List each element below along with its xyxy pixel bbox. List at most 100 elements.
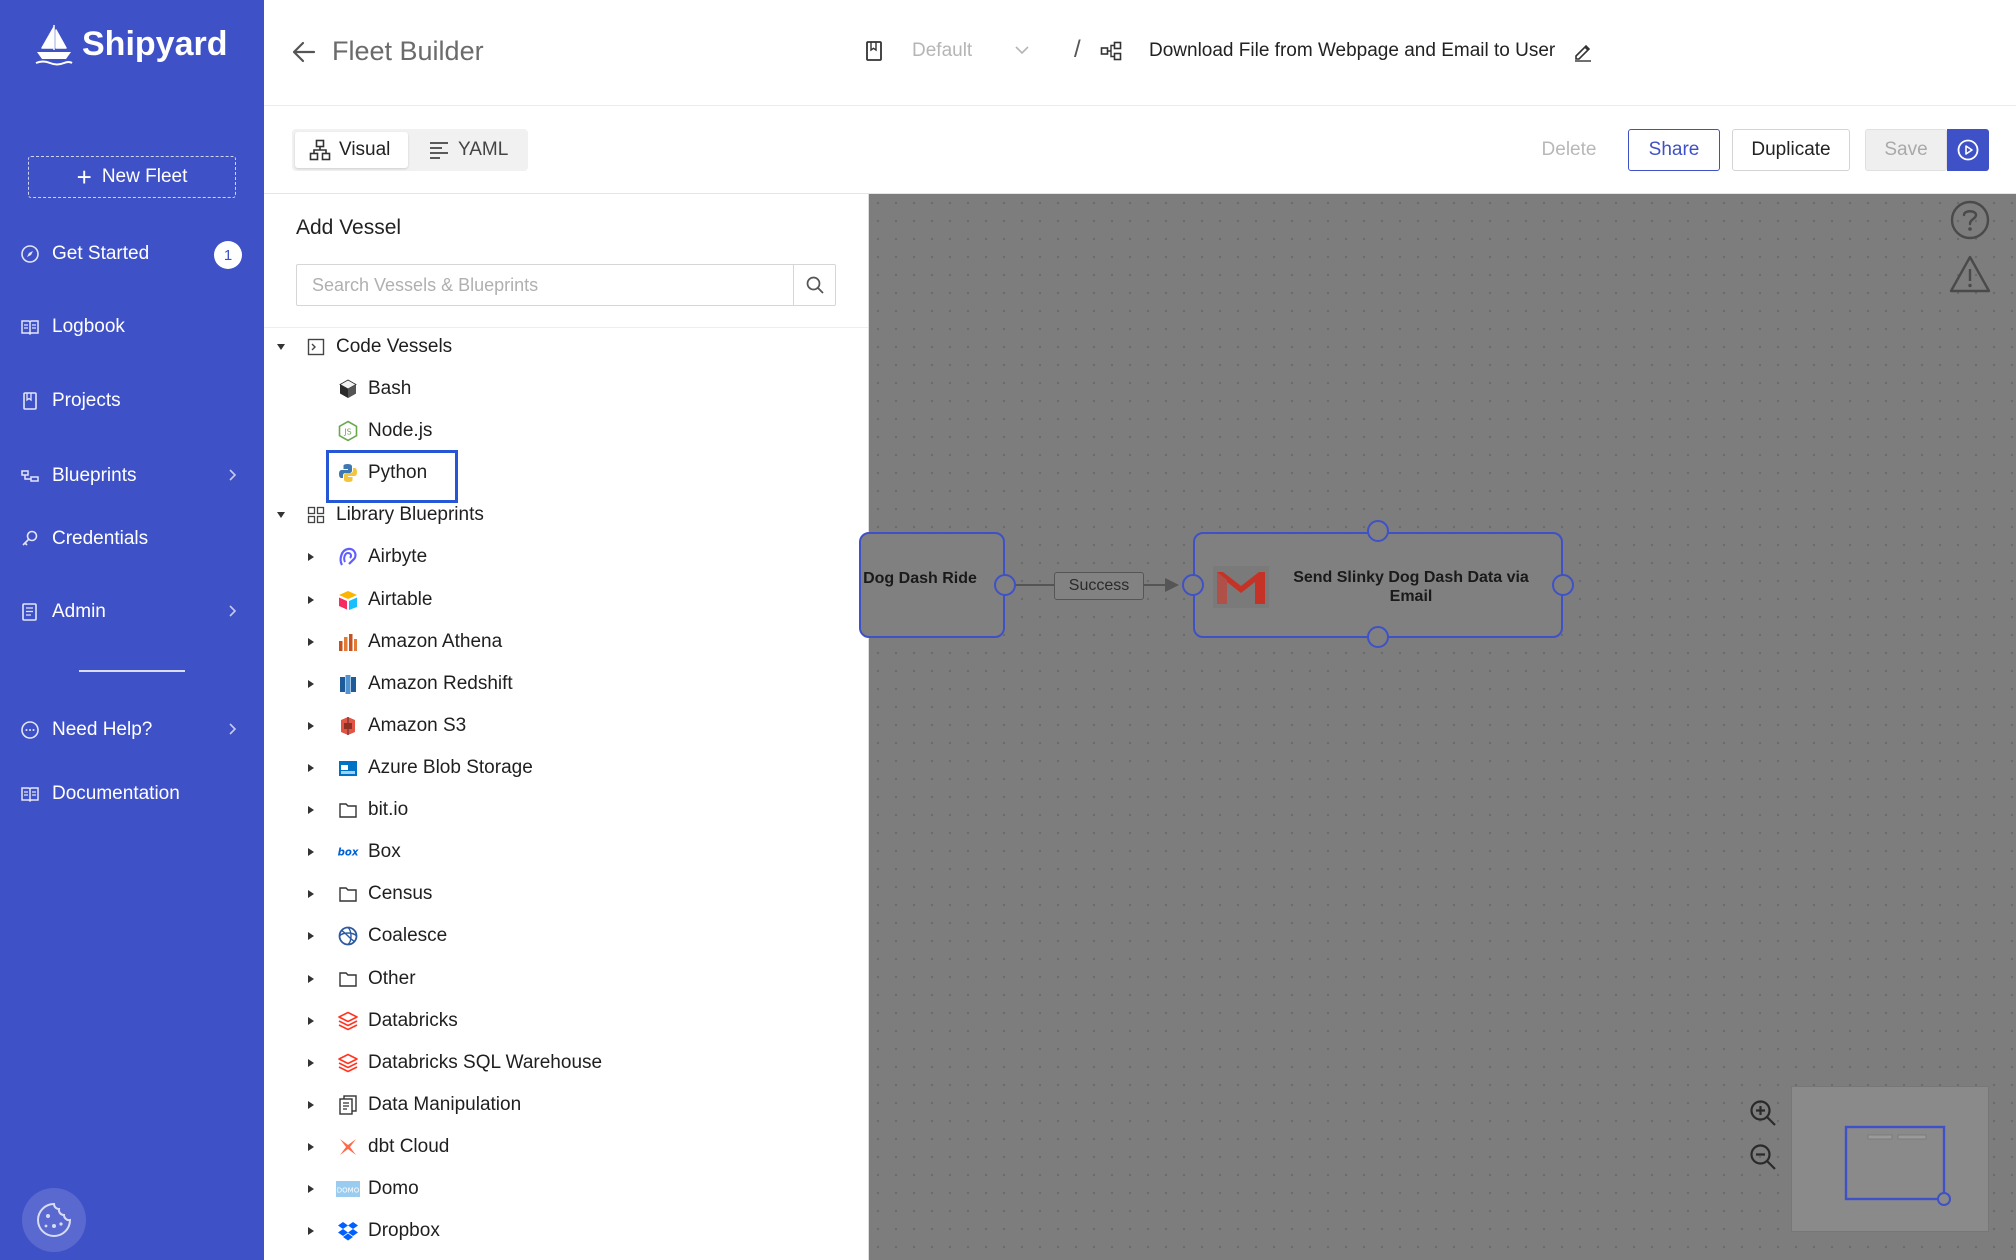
vessel-node-dog-dash-ride[interactable]: Dog Dash Ride (859, 532, 1005, 638)
key-icon (22, 530, 38, 546)
tree-item-other[interactable]: Other (306, 961, 416, 997)
tree-item-azure-blob-storage[interactable]: Azure Blob Storage (306, 750, 533, 786)
delete-button[interactable]: Delete (1524, 129, 1614, 171)
chevron-right-icon (229, 723, 237, 735)
node-port[interactable] (994, 574, 1016, 596)
shipyard-logo[interactable]: Shipyard (32, 22, 227, 66)
tree-item-amazon-redshift[interactable]: Amazon Redshift (306, 666, 513, 702)
sidebar-item-need-help[interactable]: Need Help? (20, 712, 246, 748)
fleet-canvas[interactable]: Dog Dash Ride Success Send Slinky Dog Da… (859, 194, 2016, 1260)
node-port[interactable] (1182, 574, 1204, 596)
sidebar-item-credentials[interactable]: Credentials (20, 521, 246, 557)
text-lines-icon (430, 142, 448, 159)
tree-label: Airbyte (368, 546, 428, 567)
save-button[interactable]: Save (1865, 129, 1947, 171)
tree-group-code-vessels[interactable]: Code Vessels (274, 329, 452, 365)
project-select[interactable]: Default (912, 40, 972, 62)
node-port[interactable] (1367, 626, 1389, 648)
dbt-icon (336, 1135, 360, 1159)
cookie-settings-button[interactable] (22, 1188, 86, 1252)
folder-icon (336, 967, 360, 991)
tab-yaml[interactable]: YAML (414, 132, 522, 168)
book-icon (21, 787, 39, 803)
back-arrow-icon[interactable] (290, 38, 318, 66)
tree-item-nodejs[interactable]: JS Node.js (336, 413, 432, 449)
caret-right-icon (308, 1059, 314, 1067)
sidebar-item-blueprints[interactable]: Blueprints (20, 458, 246, 494)
warning-icon[interactable] (1948, 254, 1992, 294)
caret-right-icon (308, 1101, 314, 1109)
vessel-node-send-email[interactable]: Send Slinky Dog Dash Data via Email (1193, 532, 1563, 638)
search-input[interactable] (297, 265, 793, 305)
tree-item-bash[interactable]: Bash (336, 371, 411, 407)
caret-down-icon (277, 344, 285, 350)
coalesce-icon (336, 924, 360, 948)
tree-label: bit.io (368, 799, 409, 820)
tree-item-census[interactable]: Census (306, 876, 432, 912)
tree-item-box[interactable]: box Box (306, 834, 401, 870)
tree-item-data-manipulation[interactable]: Data Manipulation (306, 1087, 521, 1123)
fleet-icon (1100, 41, 1122, 61)
document-icon (22, 603, 37, 621)
tree-item-dropbox[interactable]: Dropbox (306, 1213, 440, 1249)
caret-right-icon (308, 975, 314, 983)
svg-text:box: box (338, 848, 359, 859)
tree-label: Code Vessels (336, 336, 453, 357)
tree-item-coalesce[interactable]: Coalesce (306, 918, 447, 954)
sidebar-item-label: Documentation (52, 783, 180, 804)
tree-label: Bash (368, 378, 412, 399)
svg-text:JS: JS (343, 428, 351, 437)
caret-right-icon (308, 764, 314, 772)
panel-title: Add Vessel (296, 216, 402, 239)
tree-item-amazon-athena[interactable]: Amazon Athena (306, 624, 502, 660)
tree-label: Databricks SQL Warehouse (368, 1052, 603, 1073)
header: Fleet Builder Default / Download File fr… (264, 0, 2016, 106)
view-toggle: Visual YAML (292, 129, 528, 171)
play-circle-icon (1957, 139, 1979, 161)
search-button[interactable] (793, 265, 835, 305)
tab-visual[interactable]: Visual (295, 132, 408, 168)
edit-pencil-icon[interactable] (1572, 40, 1594, 62)
tree-label: Azure Blob Storage (368, 757, 533, 778)
tree-item-dbt-cloud[interactable]: dbt Cloud (306, 1129, 449, 1165)
sidebar-divider (79, 670, 185, 672)
amazon-s3-icon (336, 714, 360, 738)
edge-label-success[interactable]: Success (1054, 572, 1144, 600)
sidebar-item-admin[interactable]: Admin (20, 594, 246, 630)
logo-text: Shipyard (82, 24, 228, 63)
chevron-down-icon[interactable] (1012, 40, 1032, 60)
tree-item-databricks[interactable]: Databricks (306, 1003, 458, 1039)
tree-label: Library Blueprints (336, 504, 484, 525)
sidebar-item-projects[interactable]: Projects (20, 383, 246, 419)
chevron-right-icon (229, 469, 237, 481)
page-title: Fleet Builder (332, 36, 484, 66)
tree-group-library-blueprints[interactable]: Library Blueprints (274, 497, 484, 533)
caret-right-icon (308, 1143, 314, 1151)
zoom-out-icon[interactable] (1748, 1142, 1778, 1172)
tree-item-databricks-sql-warehouse[interactable]: Databricks SQL Warehouse (306, 1045, 602, 1081)
run-button[interactable] (1947, 129, 1989, 171)
caret-right-icon (308, 553, 314, 561)
node-port[interactable] (1367, 520, 1389, 542)
sidebar-item-get-started[interactable]: Get Started 1 (20, 236, 246, 272)
dropbox-icon (336, 1219, 360, 1243)
tree-item-amazon-s3[interactable]: Amazon S3 (306, 708, 466, 744)
sidebar-item-logbook[interactable]: Logbook (20, 309, 246, 345)
sidebar-item-label: Projects (52, 390, 121, 411)
tree-item-bit-io[interactable]: bit.io (306, 792, 408, 828)
sidebar-item-documentation[interactable]: Documentation (20, 776, 246, 812)
help-icon[interactable] (1948, 198, 1992, 242)
zoom-in-icon[interactable] (1748, 1098, 1778, 1128)
caret-right-icon (308, 680, 314, 688)
domo-icon: DOMO (336, 1177, 360, 1201)
minimap[interactable] (1791, 1086, 1989, 1232)
tree-label: Box (368, 841, 401, 862)
share-button[interactable]: Share (1628, 129, 1720, 171)
new-fleet-button[interactable]: + New Fleet (28, 156, 236, 198)
add-vessel-panel: Add Vessel Code Vessels Bash JS Node.js … (264, 194, 869, 1260)
tree-item-airtable[interactable]: Airtable (306, 582, 432, 618)
tree-item-domo[interactable]: DOMO Domo (306, 1171, 419, 1207)
node-port[interactable] (1552, 574, 1574, 596)
duplicate-button[interactable]: Duplicate (1732, 129, 1850, 171)
tree-item-airbyte[interactable]: Airbyte (306, 539, 427, 575)
